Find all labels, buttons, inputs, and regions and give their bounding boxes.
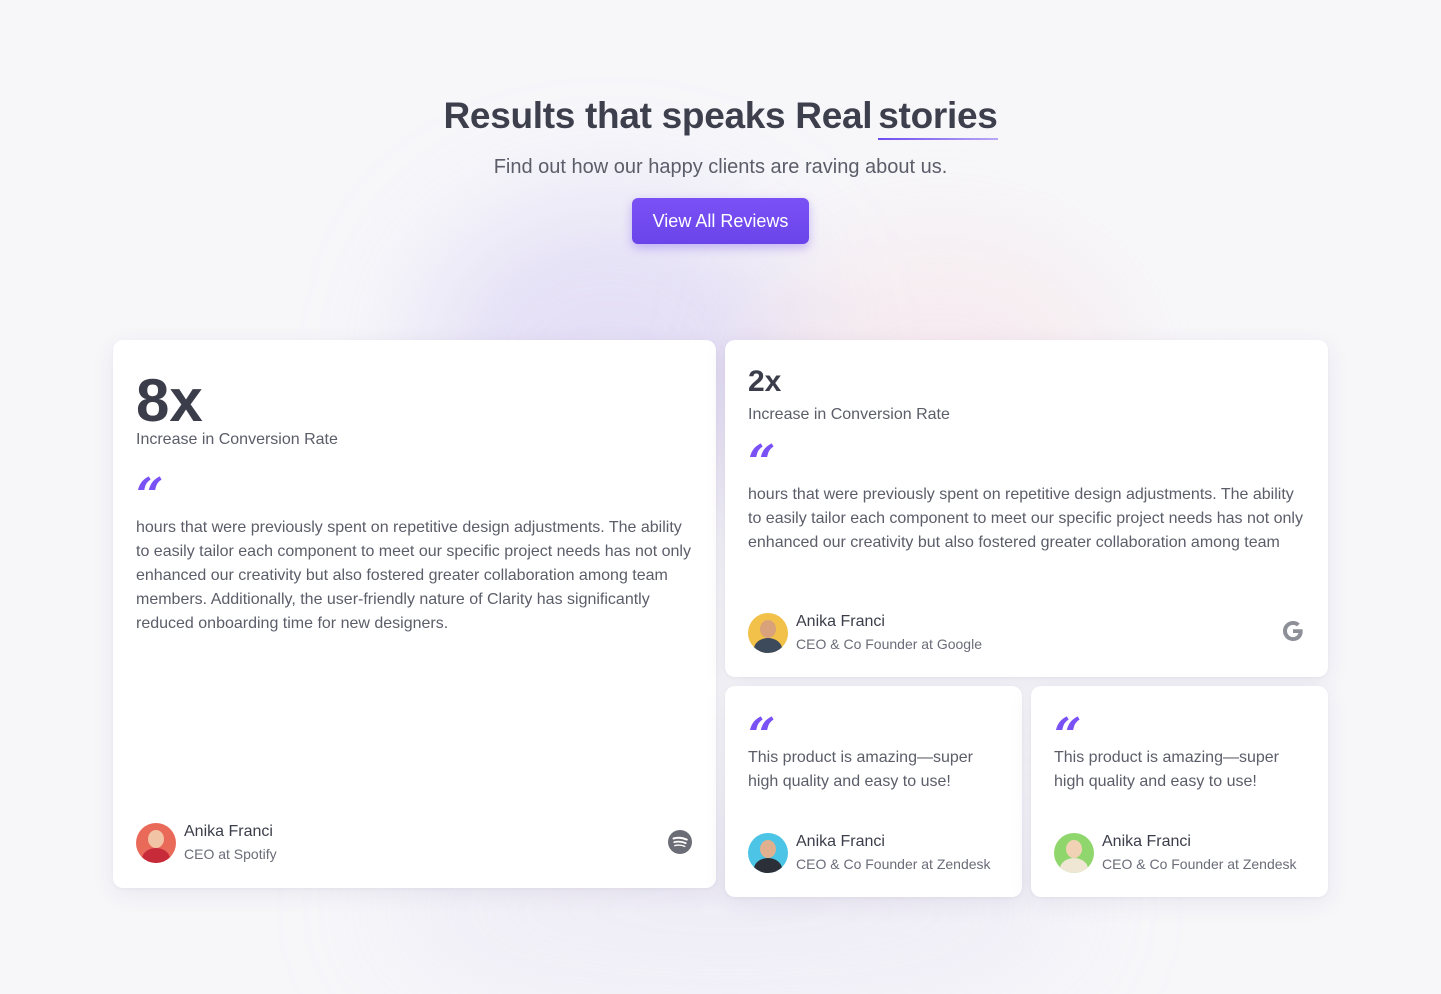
testimonial-card-zendesk-2: “ This product is amazing—super high qua… bbox=[1031, 686, 1328, 897]
testimonial-card-zendesk-1: “ This product is amazing—super high qua… bbox=[725, 686, 1022, 897]
avatar bbox=[136, 823, 176, 863]
testimonial-card-google: 2x Increase in Conversion Rate “ hours t… bbox=[725, 340, 1328, 677]
testimonial-author: Anika Franci CEO & Co Founder at Zendesk bbox=[748, 832, 991, 874]
page-title: Results that speaks Real stories bbox=[0, 94, 1441, 140]
testimonial-quote: hours that were previously spent on repe… bbox=[748, 486, 1303, 551]
page-subtitle: Find out how our happy clients are ravin… bbox=[493, 156, 948, 178]
author-role: CEO & Co Founder at Zendesk bbox=[796, 856, 991, 872]
hero-section: Results that speaks Real stories Find out… bbox=[0, 94, 1441, 244]
stat-label: Increase in Conversion Rate bbox=[136, 431, 338, 448]
author-role: CEO & Co Founder at Google bbox=[796, 636, 982, 652]
avatar bbox=[748, 833, 788, 873]
author-name: Anika Franci bbox=[1102, 833, 1191, 850]
title-highlight: stories bbox=[878, 95, 998, 140]
testimonial-quote: This product is amazing—super high quali… bbox=[748, 749, 973, 790]
title-main: Results that speaks Real bbox=[443, 95, 873, 136]
testimonial-quote: This product is amazing—super high quali… bbox=[1054, 749, 1279, 790]
avatar bbox=[748, 613, 788, 653]
google-icon bbox=[1283, 621, 1303, 641]
testimonial-quote: hours that were previously spent on repe… bbox=[136, 519, 691, 632]
spotify-icon bbox=[668, 830, 692, 854]
testimonial-author: Anika Franci CEO & Co Founder at Google bbox=[748, 612, 982, 654]
view-all-reviews-button[interactable]: View All Reviews bbox=[631, 198, 810, 244]
quote-icon: “ bbox=[136, 468, 164, 524]
author-name: Anika Franci bbox=[184, 823, 273, 840]
stat-value: 2x bbox=[748, 365, 782, 398]
author-name: Anika Franci bbox=[796, 613, 885, 630]
testimonial-author: Anika Franci CEO at Spotify bbox=[136, 822, 277, 864]
quote-icon: “ bbox=[1054, 708, 1082, 764]
testimonial-author: Anika Franci CEO & Co Founder at Zendesk bbox=[1054, 832, 1297, 874]
author-role: CEO & Co Founder at Zendesk bbox=[1102, 856, 1297, 872]
avatar bbox=[1054, 833, 1094, 873]
testimonial-card-spotify: 8x Increase in Conversion Rate “ hours t… bbox=[113, 340, 716, 888]
author-role: CEO at Spotify bbox=[184, 846, 277, 862]
stat-value: 8x bbox=[136, 367, 203, 434]
author-name: Anika Franci bbox=[796, 833, 885, 850]
stat-label: Increase in Conversion Rate bbox=[748, 406, 950, 423]
quote-icon: “ bbox=[748, 435, 776, 491]
quote-icon: “ bbox=[748, 708, 776, 764]
